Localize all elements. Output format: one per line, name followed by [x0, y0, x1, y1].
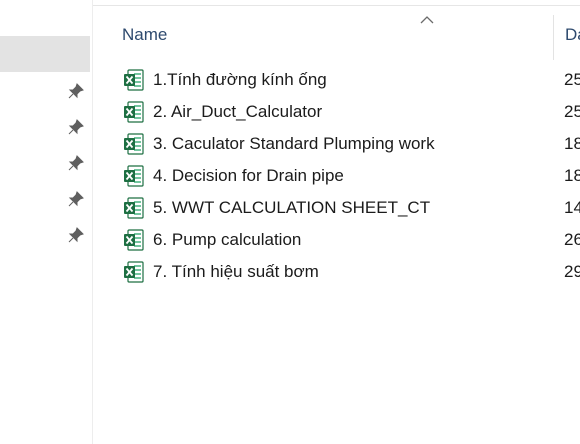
excel-file-icon: [124, 133, 144, 155]
excel-file-icon: [124, 69, 144, 91]
file-row[interactable]: 4. Decision for Drain pipe 18: [93, 160, 580, 192]
file-date: 18: [564, 166, 580, 185]
file-row[interactable]: 6. Pump calculation 26: [93, 224, 580, 256]
file-row[interactable]: 1.Tính đường kính ống 25: [93, 64, 580, 96]
file-date: 26: [564, 230, 580, 249]
file-date: 14: [564, 198, 580, 217]
file-date: 29: [564, 262, 580, 281]
file-name: 6. Pump calculation: [153, 230, 302, 249]
file-row[interactable]: 3. Caculator Standard Plumping work 18: [93, 128, 580, 160]
file-name: 5. WWT CALCULATION SHEET_CT: [153, 198, 431, 217]
file-name: 7. Tính hiệu suất bơm: [153, 262, 319, 281]
excel-file-icon: [124, 261, 144, 283]
column-divider[interactable]: [553, 15, 554, 60]
pin-icon[interactable]: [68, 227, 84, 243]
navigation-pane: [0, 0, 93, 444]
column-header-name[interactable]: Name: [122, 25, 167, 45]
file-date: 25: [564, 102, 580, 121]
pin-icon[interactable]: [68, 119, 84, 135]
excel-file-icon: [124, 165, 144, 187]
sort-ascending-icon: [420, 16, 434, 24]
column-header-date[interactable]: Da: [565, 25, 580, 45]
file-row[interactable]: 7. Tính hiệu suất bơm 29: [93, 256, 580, 288]
excel-file-icon: [124, 197, 144, 219]
pin-icon[interactable]: [68, 191, 84, 207]
pin-icon[interactable]: [68, 83, 84, 99]
excel-file-icon: [124, 101, 144, 123]
file-name: 3. Caculator Standard Plumping work: [153, 134, 435, 153]
column-header-row: Name Da: [93, 6, 580, 60]
file-row[interactable]: 2. Air_Duct_Calculator 25: [93, 96, 580, 128]
pin-icon[interactable]: [68, 155, 84, 171]
file-name: 2. Air_Duct_Calculator: [153, 102, 323, 121]
file-name: 1.Tính đường kính ống: [153, 70, 327, 89]
file-date: 25: [564, 70, 580, 89]
file-row[interactable]: 5. WWT CALCULATION SHEET_CT 14: [93, 192, 580, 224]
excel-file-icon: [124, 229, 144, 251]
nav-selected-item[interactable]: [0, 36, 90, 72]
file-name: 4. Decision for Drain pipe: [153, 166, 344, 185]
file-date: 18: [564, 134, 580, 153]
